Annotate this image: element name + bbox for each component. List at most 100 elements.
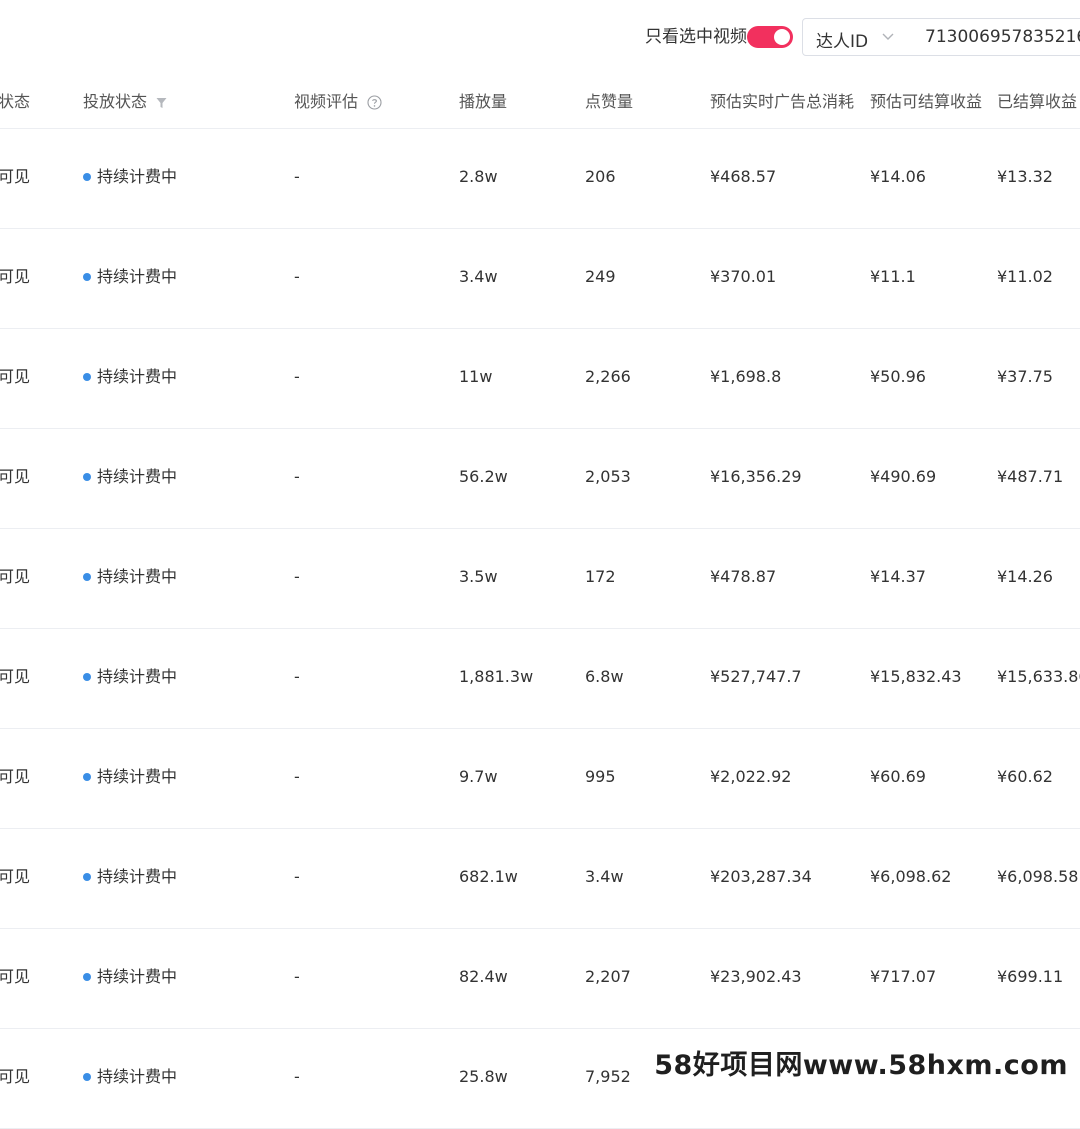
col-ad-spend-header[interactable]: 预估实时广告总消耗 xyxy=(710,92,854,112)
cell-ad-spend: ¥2,022.92 xyxy=(710,767,792,786)
cell-delivery-status: 持续计费中 xyxy=(83,367,177,387)
cell-plays: 682.1w xyxy=(459,867,518,886)
cell-settleable-income: ¥50.96 xyxy=(870,367,926,386)
cell-status: 可见 xyxy=(0,967,31,986)
cell-delivery-status: 持续计费中 xyxy=(83,767,177,787)
cell-likes: 3.4w xyxy=(585,867,624,886)
cell-settled-income: ¥487.71 xyxy=(997,467,1064,486)
status-dot-icon xyxy=(83,272,91,281)
only-selected-toggle[interactable] xyxy=(747,26,793,48)
col-delivery-status-label: 投放状态 xyxy=(83,92,148,111)
cell-settled-income: ¥6,098.58 xyxy=(997,867,1079,886)
chevron-down-icon xyxy=(882,33,894,40)
cell-settleable-income: ¥14.06 xyxy=(870,167,926,186)
cell-likes: 249 xyxy=(585,267,616,286)
delivery-status-text: 持续计费中 xyxy=(97,667,178,686)
toolbar: 只看选中视频 达人ID 71300695783521648 xyxy=(0,0,1080,76)
table-header: 状态 投放状态 视频评估 播放量 点赞量 预估实时广告总消耗 预估可结算收益 已… xyxy=(0,76,1080,129)
cell-video-rating: - xyxy=(294,767,300,786)
cell-ad-spend: ¥16,356.29 xyxy=(710,467,802,486)
cell-delivery-status: 持续计费中 xyxy=(83,967,177,987)
status-dot-icon xyxy=(83,172,91,181)
cell-plays: 11w xyxy=(459,367,493,386)
cell-settleable-income: ¥15,832.43 xyxy=(870,667,962,686)
col-video-rating-header: 视频评估 xyxy=(294,92,382,112)
cell-ad-spend: ¥478.87 xyxy=(710,567,777,586)
cell-video-rating: - xyxy=(294,1067,300,1086)
table-row[interactable]: 可见 持续计费中 - 82.4w 2,207 ¥23,902.43 ¥717.0… xyxy=(0,929,1080,1029)
col-settleable-income-header[interactable]: 预估可结算收益 xyxy=(870,92,982,112)
table-row[interactable]: 可见 持续计费中 - 11w 2,266 ¥1,698.8 ¥50.96 ¥37… xyxy=(0,329,1080,429)
table-row[interactable]: 可见 持续计费中 - 3.5w 172 ¥478.87 ¥14.37 ¥14.2… xyxy=(0,529,1080,629)
filter-icon[interactable] xyxy=(156,97,167,109)
cell-status: 可见 xyxy=(0,667,31,686)
cell-video-rating: - xyxy=(294,367,300,386)
cell-likes: 2,053 xyxy=(585,467,631,486)
cell-status: 可见 xyxy=(0,467,31,486)
cell-video-rating: - xyxy=(294,967,300,986)
cell-ad-spend: ¥1,698.8 xyxy=(710,367,782,386)
cell-settleable-income: ¥717.07 xyxy=(870,967,937,986)
status-dot-icon xyxy=(83,972,91,981)
col-settled-income-header[interactable]: 已结算收益 xyxy=(997,92,1077,112)
status-dot-icon xyxy=(83,872,91,881)
site-watermark: 58好项目网www.58hxm.com xyxy=(654,1050,1068,1081)
cell-delivery-status: 持续计费中 xyxy=(83,867,177,887)
cell-likes: 2,207 xyxy=(585,967,631,986)
delivery-status-text: 持续计费中 xyxy=(97,467,178,486)
cell-likes: 995 xyxy=(585,767,616,786)
cell-status: 可见 xyxy=(0,267,31,286)
cell-status: 可见 xyxy=(0,167,31,186)
col-video-rating-label: 视频评估 xyxy=(294,92,359,111)
cell-status: 可见 xyxy=(0,1067,31,1086)
cell-ad-spend: ¥203,287.34 xyxy=(710,867,812,886)
cell-status: 可见 xyxy=(0,767,31,786)
cell-delivery-status: 持续计费中 xyxy=(83,267,177,287)
cell-ad-spend: ¥468.57 xyxy=(710,167,777,186)
id-select-input[interactable]: 71300695783521648 xyxy=(925,27,1080,47)
status-dot-icon xyxy=(83,1072,91,1081)
table-row[interactable]: 可见 持续计费中 - 1,881.3w 6.8w ¥527,747.7 ¥15,… xyxy=(0,629,1080,729)
cell-plays: 1,881.3w xyxy=(459,667,534,686)
cell-settled-income: ¥11.02 xyxy=(997,267,1053,286)
cell-settled-income: ¥14.26 xyxy=(997,567,1053,586)
cell-ad-spend: ¥23,902.43 xyxy=(710,967,802,986)
col-delivery-status-header[interactable]: 投放状态 xyxy=(83,92,167,112)
cell-plays: 56.2w xyxy=(459,467,508,486)
cell-delivery-status: 持续计费中 xyxy=(83,567,177,587)
col-plays-header[interactable]: 播放量 xyxy=(459,92,507,112)
col-likes-header[interactable]: 点赞量 xyxy=(585,92,633,112)
table-row[interactable]: 可见 持续计费中 - 9.7w 995 ¥2,022.92 ¥60.69 ¥60… xyxy=(0,729,1080,829)
cell-video-rating: - xyxy=(294,667,300,686)
cell-plays: 3.4w xyxy=(459,267,498,286)
delivery-status-text: 持续计费中 xyxy=(97,267,178,286)
cell-likes: 206 xyxy=(585,167,616,186)
cell-settled-income: ¥13.32 xyxy=(997,167,1053,186)
cell-settleable-income: ¥490.69 xyxy=(870,467,937,486)
status-dot-icon xyxy=(83,472,91,481)
table-row[interactable]: 可见 持续计费中 - 2.8w 206 ¥468.57 ¥14.06 ¥13.3… xyxy=(0,129,1080,229)
cell-settleable-income: ¥11.1 xyxy=(870,267,916,286)
delivery-status-text: 持续计费中 xyxy=(97,567,178,586)
table-row[interactable]: 可见 持续计费中 - 3.4w 249 ¥370.01 ¥11.1 ¥11.02 xyxy=(0,229,1080,329)
cell-settleable-income: ¥6,098.62 xyxy=(870,867,952,886)
status-dot-icon xyxy=(83,372,91,381)
cell-plays: 82.4w xyxy=(459,967,508,986)
table-row[interactable]: 可见 持续计费中 - 682.1w 3.4w ¥203,287.34 ¥6,09… xyxy=(0,829,1080,929)
cell-video-rating: - xyxy=(294,467,300,486)
delivery-status-text: 持续计费中 xyxy=(97,167,178,186)
cell-plays: 25.8w xyxy=(459,1067,508,1086)
cell-delivery-status: 持续计费中 xyxy=(83,667,177,687)
col-status-header: 状态 xyxy=(0,92,31,111)
table-row[interactable]: 可见 持续计费中 - 56.2w 2,053 ¥16,356.29 ¥490.6… xyxy=(0,429,1080,529)
status-dot-icon xyxy=(83,772,91,781)
cell-status: 可见 xyxy=(0,367,31,386)
cell-likes: 6.8w xyxy=(585,667,624,686)
cell-video-rating: - xyxy=(294,267,300,286)
cell-delivery-status: 持续计费中 xyxy=(83,167,177,187)
help-circle-icon[interactable] xyxy=(367,95,382,110)
cell-video-rating: - xyxy=(294,167,300,186)
cell-video-rating: - xyxy=(294,567,300,586)
influencer-id-select[interactable]: 达人ID 71300695783521648 xyxy=(802,18,1080,56)
cell-status: 可见 xyxy=(0,867,31,886)
